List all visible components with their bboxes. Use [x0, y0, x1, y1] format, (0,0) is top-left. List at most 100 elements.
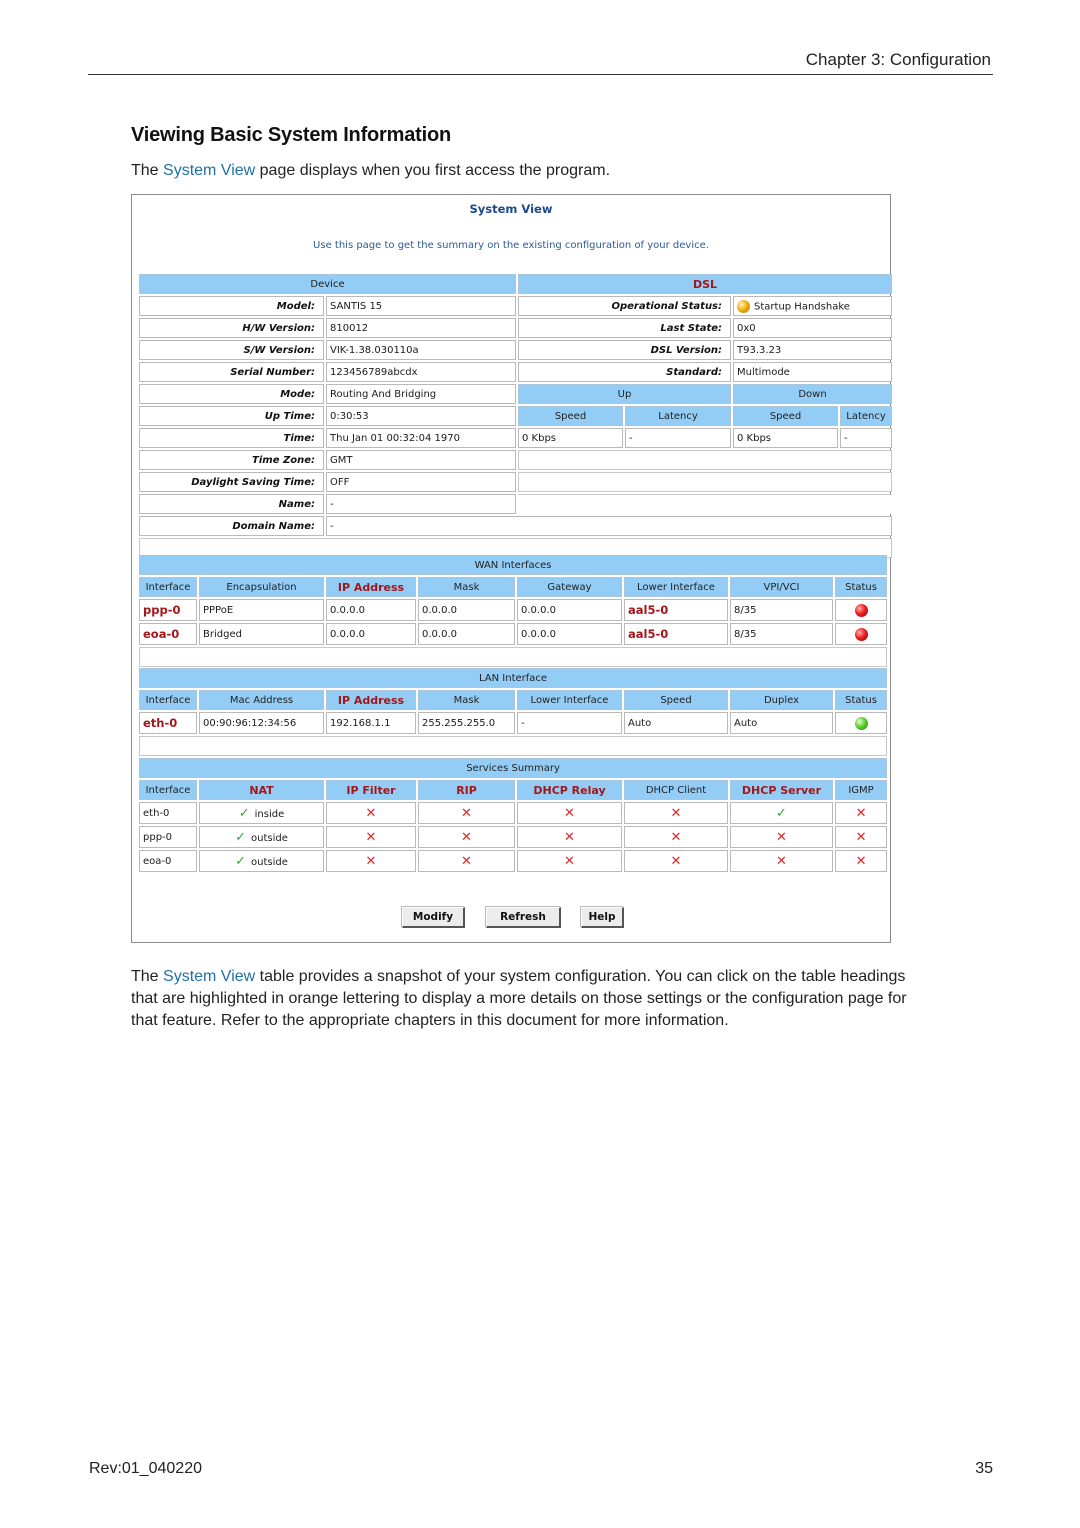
- dsl-value: 0x0: [733, 318, 893, 338]
- device-label: Model:: [139, 296, 324, 316]
- lan-status: [835, 712, 888, 734]
- lan-row: eth-0 00:90:96:12:34:56 192.168.1.1 255.…: [139, 712, 888, 734]
- svc-col-nat[interactable]: NAT: [199, 780, 324, 800]
- svc-col-interface: Interface: [139, 780, 197, 800]
- services-row: eoa-0 ✓ outside ✕ ✕ ✕ ✕ ✕ ✕: [139, 850, 888, 872]
- wan-row: ppp-0 PPPoE 0.0.0.0 0.0.0.0 0.0.0.0 aal5…: [139, 599, 888, 621]
- check-icon: ✓: [235, 853, 247, 869]
- svc-ip-filter: ✕: [326, 850, 416, 872]
- cross-icon: ✕: [461, 853, 472, 869]
- wan-header: WAN Interfaces: [139, 555, 888, 575]
- empty-cell: [518, 472, 893, 492]
- wan-col-gateway: Gateway: [517, 577, 622, 597]
- dsl-value: Startup Handshake: [733, 296, 893, 316]
- svc-nat: ✓ outside: [199, 850, 324, 872]
- status-yellow-icon: [737, 299, 751, 313]
- cross-icon: ✕: [855, 805, 867, 821]
- chapter-header: Chapter 3: Configuration: [805, 50, 991, 69]
- nat-mode: inside: [254, 808, 285, 820]
- wan-lower-interface-link[interactable]: aal5-0: [624, 623, 728, 645]
- dsl-header[interactable]: DSL: [518, 274, 893, 294]
- up-latency-header: Latency: [625, 406, 732, 426]
- cross-icon: ✕: [461, 829, 472, 845]
- svc-col-ip-filter[interactable]: IP Filter: [326, 780, 416, 800]
- device-value: Thu Jan 01 00:32:04 1970: [326, 428, 517, 448]
- wan-vpi-vci: 8/35: [730, 599, 833, 621]
- check-icon: ✓: [776, 805, 787, 821]
- device-label: Up Time:: [139, 406, 324, 426]
- cross-icon: ✕: [776, 853, 787, 869]
- cross-icon: ✕: [564, 829, 575, 845]
- wan-vpi-vci: 8/35: [730, 623, 833, 645]
- wan-col-status: Status: [835, 577, 888, 597]
- wan-ip: 0.0.0.0: [326, 599, 416, 621]
- wan-col-mask: Mask: [418, 577, 515, 597]
- device-value: VIK-1.38.030110a: [326, 340, 517, 360]
- wan-col-ip-address[interactable]: IP Address: [326, 577, 416, 597]
- system-view-link: System View: [163, 968, 256, 985]
- svc-igmp: ✕: [835, 826, 888, 848]
- device-label: Domain Name:: [139, 516, 324, 536]
- cross-icon: ✕: [365, 829, 377, 845]
- svc-interface: ppp-0: [139, 826, 197, 848]
- wan-interface-link[interactable]: eoa-0: [139, 623, 197, 645]
- device-label: Daylight Saving Time:: [139, 472, 324, 492]
- nat-mode: outside: [251, 856, 288, 868]
- dsl-label: Standard:: [518, 362, 732, 382]
- lan-interface-link[interactable]: eth-0: [139, 712, 197, 734]
- down-speed-header: Speed: [733, 406, 839, 426]
- intro-prefix: The: [131, 162, 164, 179]
- svc-interface: eth-0: [139, 802, 197, 824]
- svc-dhcp-relay: ✕: [517, 802, 622, 824]
- dsl-value: Multimode: [733, 362, 893, 382]
- dsl-down-header: Down: [733, 384, 893, 404]
- intro-paragraph: The System View page displays when you f…: [131, 162, 610, 180]
- services-header: Services Summary: [139, 758, 888, 778]
- operational-status-value: Startup Handshake: [754, 301, 850, 312]
- dsl-label: Operational Status:: [518, 296, 732, 316]
- lan-col-mac-address: Mac Address: [199, 690, 324, 710]
- down-speed-value: 0 Kbps: [733, 428, 839, 448]
- wan-interface-link[interactable]: ppp-0: [139, 599, 197, 621]
- lan-mask: 255.255.255.0: [418, 712, 515, 734]
- header-divider: [88, 74, 993, 75]
- status-red-icon: [854, 603, 868, 617]
- svc-rip: ✕: [418, 826, 515, 848]
- svc-dhcp-relay: ✕: [517, 850, 622, 872]
- section-title: Viewing Basic System Information: [131, 124, 451, 146]
- cross-icon: ✕: [564, 805, 575, 821]
- lan-duplex: Auto: [730, 712, 833, 734]
- svc-dhcp-client: ✕: [624, 802, 728, 824]
- svc-igmp: ✕: [835, 802, 888, 824]
- wan-row: eoa-0 Bridged 0.0.0.0 0.0.0.0 0.0.0.0 aa…: [139, 623, 888, 645]
- footer-page-number: 35: [975, 1460, 993, 1477]
- modify-button[interactable]: Modify: [402, 907, 465, 928]
- help-button[interactable]: Help: [581, 907, 624, 928]
- wan-ip: 0.0.0.0: [326, 623, 416, 645]
- wan-lower-interface-link[interactable]: aal5-0: [624, 599, 728, 621]
- wan-gateway: 0.0.0.0: [517, 623, 622, 645]
- lan-col-lower-interface: Lower Interface: [517, 690, 622, 710]
- svc-dhcp-client: ✕: [624, 826, 728, 848]
- wan-interfaces-table: WAN Interfaces Interface Encapsulation I…: [137, 553, 889, 669]
- svc-dhcp-server: ✓: [730, 802, 833, 824]
- nat-mode: outside: [251, 832, 288, 844]
- refresh-button[interactable]: Refresh: [486, 907, 561, 928]
- wan-col-vpi-vci: VPI/VCI: [730, 577, 833, 597]
- cross-icon: ✕: [365, 805, 377, 821]
- spacer-row: [139, 736, 888, 756]
- up-latency-value: -: [625, 428, 732, 448]
- device-value: OFF: [326, 472, 517, 492]
- svc-igmp: ✕: [835, 850, 888, 872]
- svc-col-rip[interactable]: RIP: [418, 780, 515, 800]
- up-speed-value: 0 Kbps: [518, 428, 624, 448]
- svc-col-dhcp-relay[interactable]: DHCP Relay: [517, 780, 622, 800]
- status-red-icon: [854, 627, 868, 641]
- wan-col-encapsulation: Encapsulation: [199, 577, 324, 597]
- lan-col-ip-address[interactable]: IP Address: [326, 690, 416, 710]
- device-header: Device: [139, 274, 517, 294]
- svc-nat: ✓ inside: [199, 802, 324, 824]
- cross-icon: ✕: [855, 829, 867, 845]
- system-view-link: System View: [163, 162, 256, 179]
- svc-col-dhcp-server[interactable]: DHCP Server: [730, 780, 833, 800]
